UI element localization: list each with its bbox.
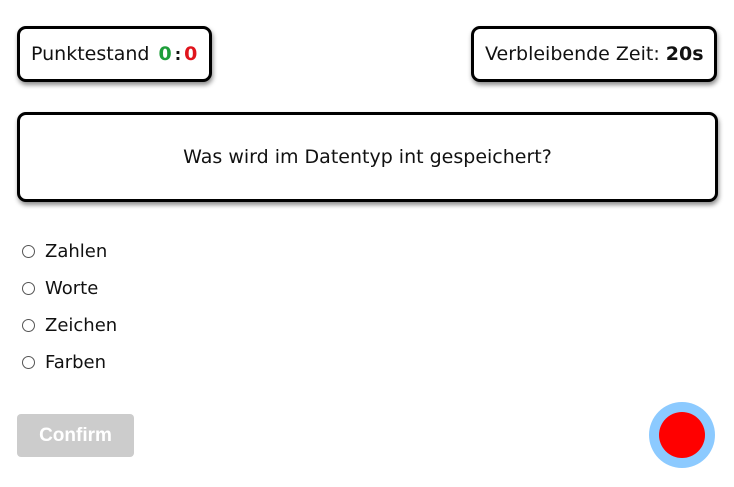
question-panel: Was wird im Datentyp int gespeichert?: [17, 112, 718, 202]
option-label: Zahlen: [45, 241, 108, 262]
answer-options: Zahlen Worte Zeichen Farben: [20, 233, 117, 381]
option-label: Worte: [45, 278, 99, 299]
timer-value: 20s: [665, 43, 704, 65]
score-separator: :: [174, 44, 182, 64]
question-text: Was wird im Datentyp int gespeichert?: [183, 146, 552, 168]
score-panel: Punktestand 0 : 0: [17, 26, 212, 82]
option-zahlen[interactable]: Zahlen: [20, 233, 117, 270]
option-farben[interactable]: Farben: [20, 344, 117, 381]
option-label: Farben: [45, 352, 107, 373]
radio-button[interactable]: [22, 245, 35, 258]
timer-label: Verbleibende Zeit:: [485, 43, 660, 65]
confirm-button[interactable]: Confirm: [17, 414, 134, 457]
option-worte[interactable]: Worte: [20, 270, 117, 307]
timer-panel: Verbleibende Zeit: 20s: [471, 26, 717, 82]
option-zeichen[interactable]: Zeichen: [20, 307, 117, 344]
radio-button[interactable]: [22, 282, 35, 295]
radio-button[interactable]: [22, 319, 35, 332]
score-correct: 0: [158, 43, 172, 65]
option-label: Zeichen: [45, 315, 118, 336]
score-label: Punktestand: [31, 43, 150, 65]
score-wrong: 0: [184, 43, 198, 65]
record-icon: [659, 412, 705, 458]
radio-button[interactable]: [22, 356, 35, 369]
record-button[interactable]: [649, 402, 715, 468]
quiz-screen: Punktestand 0 : 0 Verbleibende Zeit: 20s…: [0, 0, 734, 487]
